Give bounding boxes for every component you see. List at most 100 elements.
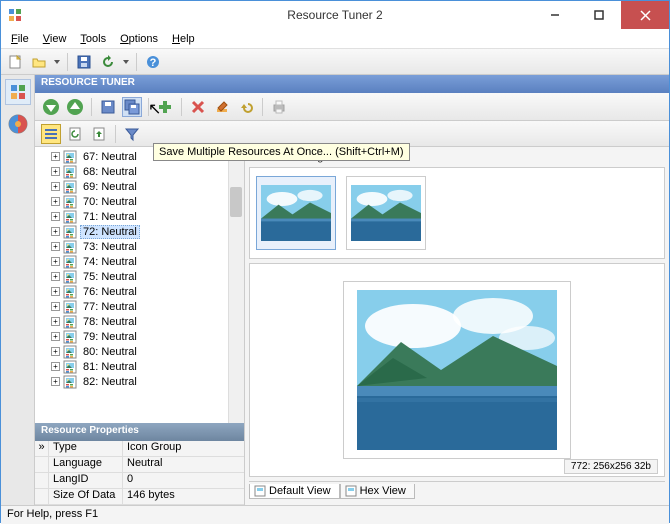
expand-icon[interactable]: +	[51, 257, 60, 266]
expand-icon[interactable]: +	[51, 287, 60, 296]
property-row[interactable]: »TypeIcon Group	[35, 441, 244, 457]
thumbnail[interactable]	[256, 176, 336, 250]
view-toolbar: Save Multiple Resources At Once... (Shif…	[35, 121, 669, 147]
window-title: Resource Tuner 2	[287, 8, 382, 22]
expand-icon[interactable]: +	[51, 227, 60, 236]
resource-icon	[63, 285, 77, 299]
resource-icon	[63, 270, 77, 284]
tree-item-label: 72: Neutral	[80, 225, 140, 239]
left-sidebar	[1, 75, 35, 505]
resource-tree[interactable]: +67: Neutral+68: Neutral+69: Neutral+70:…	[35, 147, 244, 423]
open-dropdown-icon[interactable]	[53, 60, 61, 64]
tree-item[interactable]: +73: Neutral	[39, 239, 244, 254]
delete-icon[interactable]	[188, 97, 208, 117]
expand-icon[interactable]: +	[51, 212, 60, 221]
view-tab[interactable]: Default View	[249, 484, 340, 499]
tree-item[interactable]: +82: Neutral	[39, 374, 244, 389]
resource-icon	[63, 180, 77, 194]
menu-tools[interactable]: Tools	[74, 31, 112, 47]
tree-scrollbar[interactable]	[228, 147, 244, 423]
window-controls	[533, 1, 669, 29]
add-icon[interactable]	[155, 97, 175, 117]
separator	[136, 53, 137, 71]
expand-icon[interactable]: +	[51, 302, 60, 311]
print-icon[interactable]	[269, 97, 289, 117]
tree-item[interactable]: +79: Neutral	[39, 329, 244, 344]
menu-options[interactable]: Options	[114, 31, 164, 47]
tree-item[interactable]: +71: Neutral	[39, 209, 244, 224]
resource-icon	[63, 315, 77, 329]
resource-icon	[63, 300, 77, 314]
tree-item-label: 73: Neutral	[80, 241, 140, 253]
property-value: Neutral	[123, 457, 244, 472]
expand-icon[interactable]: +	[51, 272, 60, 281]
expand-icon[interactable]: +	[51, 167, 60, 176]
tree-item[interactable]: +76: Neutral	[39, 284, 244, 299]
tree-item[interactable]: +69: Neutral	[39, 179, 244, 194]
sidebar-app-icon[interactable]	[5, 79, 31, 105]
tree-item-label: 71: Neutral	[80, 211, 140, 223]
filter-icon[interactable]	[122, 124, 142, 144]
right-pane: Selected Image 772: 256x256 32b Default …	[245, 147, 669, 505]
nav-down-icon[interactable]	[41, 97, 61, 117]
tree-item-label: 80: Neutral	[80, 346, 140, 358]
tree-item-label: 82: Neutral	[80, 376, 140, 388]
tree-item[interactable]: +72: Neutral	[39, 224, 244, 239]
refresh-dropdown-icon[interactable]	[122, 60, 130, 64]
property-row[interactable]: Size Of Data146 bytes	[35, 489, 244, 505]
expand-icon[interactable]: +	[51, 182, 60, 191]
expand-icon[interactable]: +	[51, 332, 60, 341]
sidebar-color-icon[interactable]	[5, 111, 31, 137]
tree-item-label: 74: Neutral	[80, 256, 140, 268]
tree-item[interactable]: +80: Neutral	[39, 344, 244, 359]
view-list-icon[interactable]	[41, 124, 61, 144]
view-tab[interactable]: Hex View	[340, 484, 415, 499]
tree-item[interactable]: +68: Neutral	[39, 164, 244, 179]
maximize-button[interactable]	[577, 1, 621, 29]
expand-icon[interactable]: +	[51, 152, 60, 161]
nav-up-icon[interactable]	[65, 97, 85, 117]
view-refresh-icon[interactable]	[65, 124, 85, 144]
tree-item[interactable]: +74: Neutral	[39, 254, 244, 269]
edit-icon[interactable]	[212, 97, 232, 117]
resource-icon	[63, 330, 77, 344]
property-row[interactable]: LangID0	[35, 473, 244, 489]
save-resource-icon[interactable]	[98, 97, 118, 117]
expand-icon[interactable]: +	[51, 317, 60, 326]
tree-item[interactable]: +75: Neutral	[39, 269, 244, 284]
expand-icon[interactable]: +	[51, 362, 60, 371]
expand-icon[interactable]: +	[51, 197, 60, 206]
menu-file[interactable]: File	[5, 31, 35, 47]
save-multiple-icon[interactable]	[122, 97, 142, 117]
tree-item-label: 81: Neutral	[80, 361, 140, 373]
save-icon[interactable]	[74, 52, 94, 72]
property-row[interactable]: LanguageNeutral	[35, 457, 244, 473]
expand-icon[interactable]: +	[51, 347, 60, 356]
tree-item[interactable]: +77: Neutral	[39, 299, 244, 314]
close-button[interactable]	[621, 1, 669, 29]
tree-item[interactable]: +81: Neutral	[39, 359, 244, 374]
expand-icon[interactable]: +	[51, 377, 60, 386]
new-file-icon[interactable]	[5, 52, 25, 72]
property-marker	[35, 457, 49, 472]
help-icon[interactable]: ?	[143, 52, 163, 72]
tree-item[interactable]: +70: Neutral	[39, 194, 244, 209]
tree-item-label: 70: Neutral	[80, 196, 140, 208]
separator	[181, 98, 182, 116]
thumbnail[interactable]	[346, 176, 426, 250]
menu-bar: File View Tools Options Help	[1, 29, 669, 49]
refresh-icon[interactable]	[98, 52, 118, 72]
expand-icon[interactable]: +	[51, 242, 60, 251]
tab-label: Hex View	[360, 485, 406, 497]
menu-help[interactable]: Help	[166, 31, 201, 47]
minimize-button[interactable]	[533, 1, 577, 29]
export-icon[interactable]	[89, 124, 109, 144]
main-toolbar: ?	[1, 49, 669, 75]
undo-icon[interactable]	[236, 97, 256, 117]
resource-icon	[63, 360, 77, 374]
property-key: Type	[49, 441, 123, 456]
tree-item[interactable]: +78: Neutral	[39, 314, 244, 329]
open-file-icon[interactable]	[29, 52, 49, 72]
menu-view[interactable]: View	[37, 31, 73, 47]
resource-icon	[63, 240, 77, 254]
